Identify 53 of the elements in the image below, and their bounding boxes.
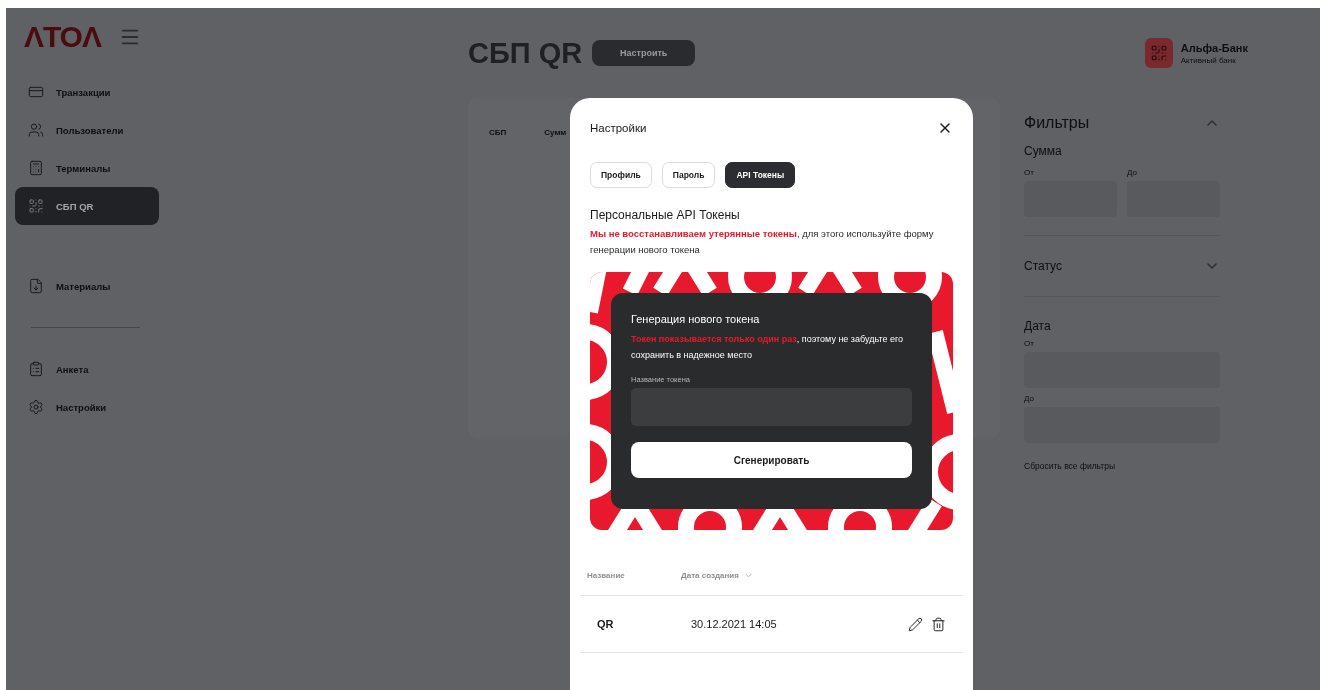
- nav-item[interactable]: Анкета: [15, 350, 159, 388]
- nav-label: Настройки: [56, 401, 107, 413]
- column-header: СБП: [489, 128, 507, 139]
- card-icon: [28, 84, 44, 100]
- filter-section-title: Статус: [1024, 259, 1062, 273]
- section-heading: Персональные API Токены: [590, 208, 741, 222]
- bank-name: Альфа-Банк: [1180, 41, 1248, 54]
- document-icon: [28, 278, 44, 294]
- nav-label: Анкета: [56, 363, 89, 375]
- nav-item[interactable]: Терминалы: [15, 149, 159, 187]
- dialog-title: Настройки: [590, 122, 647, 134]
- column-header[interactable]: Дата создания: [681, 570, 754, 581]
- settings-icon: [28, 399, 44, 415]
- filter-section-title: Сумма: [1024, 144, 1063, 158]
- field-label: От: [1024, 339, 1035, 348]
- field-label: До: [1024, 394, 1035, 403]
- tab[interactable]: Профиль: [590, 162, 652, 188]
- field-label: До: [1127, 168, 1138, 177]
- logo: ΛТОΛ: [24, 22, 101, 52]
- column-header[interactable]: Название: [587, 571, 681, 580]
- filter-section-title: Дата: [1024, 319, 1052, 333]
- nav-item[interactable]: Транзакции: [15, 73, 159, 111]
- page-title: СБП QR: [468, 36, 583, 70]
- nav-label: Пользователи: [56, 124, 124, 136]
- card-title: Генерация нового токена: [631, 313, 761, 325]
- column-header: Сумм: [544, 128, 567, 139]
- nav-item[interactable]: Пользователи: [15, 111, 159, 149]
- nav-item[interactable]: СБП QR: [15, 187, 159, 225]
- field-label: От: [1024, 168, 1035, 177]
- tab[interactable]: Пароль: [661, 162, 716, 188]
- warning-text: Мы не восстанавливаем утерянные токены, для этого используйте форму генерации нового токена: [590, 227, 935, 257]
- filters-title: Фильтры: [1024, 114, 1090, 132]
- bank-status: Активный банк: [1180, 55, 1237, 65]
- qr-icon: [1149, 44, 1168, 62]
- nav-label: Материалы: [56, 280, 111, 292]
- nav-label: Терминалы: [56, 162, 111, 174]
- reset-filters-link[interactable]: Сбросить все фильтры: [1024, 461, 1220, 471]
- nav-label: Транзакции: [56, 86, 111, 98]
- generate-button[interactable]: Сгенерировать: [631, 442, 912, 478]
- nav-item[interactable]: Настройки: [15, 388, 159, 426]
- trash-icon[interactable]: [931, 616, 946, 632]
- users-icon: [28, 122, 44, 138]
- tab[interactable]: API Токены: [725, 162, 796, 188]
- edit-icon[interactable]: [908, 616, 923, 632]
- qr-icon: [28, 198, 44, 214]
- calculator-icon: [28, 160, 44, 176]
- nav-label: СБП QR: [56, 200, 94, 212]
- token-name: QR: [597, 618, 615, 630]
- nav-item[interactable]: Материалы: [15, 267, 159, 305]
- configure-button[interactable]: Настроить: [592, 40, 696, 66]
- note-text: Токен показывается только один раз, поэтому не забудьте его сохранить в надежное место: [631, 333, 904, 362]
- clipboard-icon: [28, 361, 44, 377]
- created-date: 30.12.2021 14:05: [691, 618, 777, 630]
